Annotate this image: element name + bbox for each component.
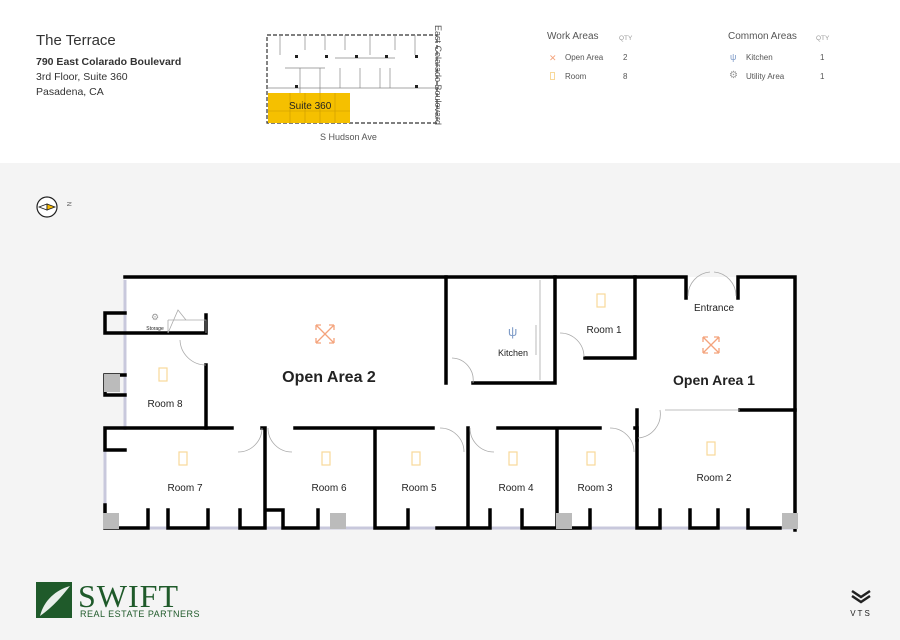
room-open-area-2: Open Area 2 [282, 369, 376, 386]
room-3: Room 3 [577, 483, 612, 494]
logo-subtext: REAL ESTATE PARTNERS [80, 609, 201, 619]
room-kitchen: Kitchen [498, 348, 528, 358]
entrance: Entrance [694, 303, 734, 314]
fork-spoon-icon: ψ [508, 324, 517, 339]
vts-mark-icon [851, 589, 871, 604]
room-storage: Storage [146, 326, 164, 332]
room-6: Room 6 [311, 483, 346, 494]
vts-text: VTS [850, 609, 872, 618]
floor-plan: ψ ⚙ Open Area 2 Open Area 1 Kitchen Stor… [103, 271, 798, 532]
room-8: Room 8 [147, 399, 182, 410]
room-open-area-1: Open Area 1 [673, 372, 755, 388]
room-5: Room 5 [401, 483, 436, 494]
room-7: Room 7 [167, 483, 202, 494]
gear-icon: ⚙ [151, 312, 159, 322]
vts-logo: VTS [846, 586, 876, 618]
leaf-logo-icon [36, 582, 72, 618]
room-2: Room 2 [696, 473, 731, 484]
room-4: Room 4 [498, 483, 533, 494]
room-1: Room 1 [586, 325, 621, 336]
